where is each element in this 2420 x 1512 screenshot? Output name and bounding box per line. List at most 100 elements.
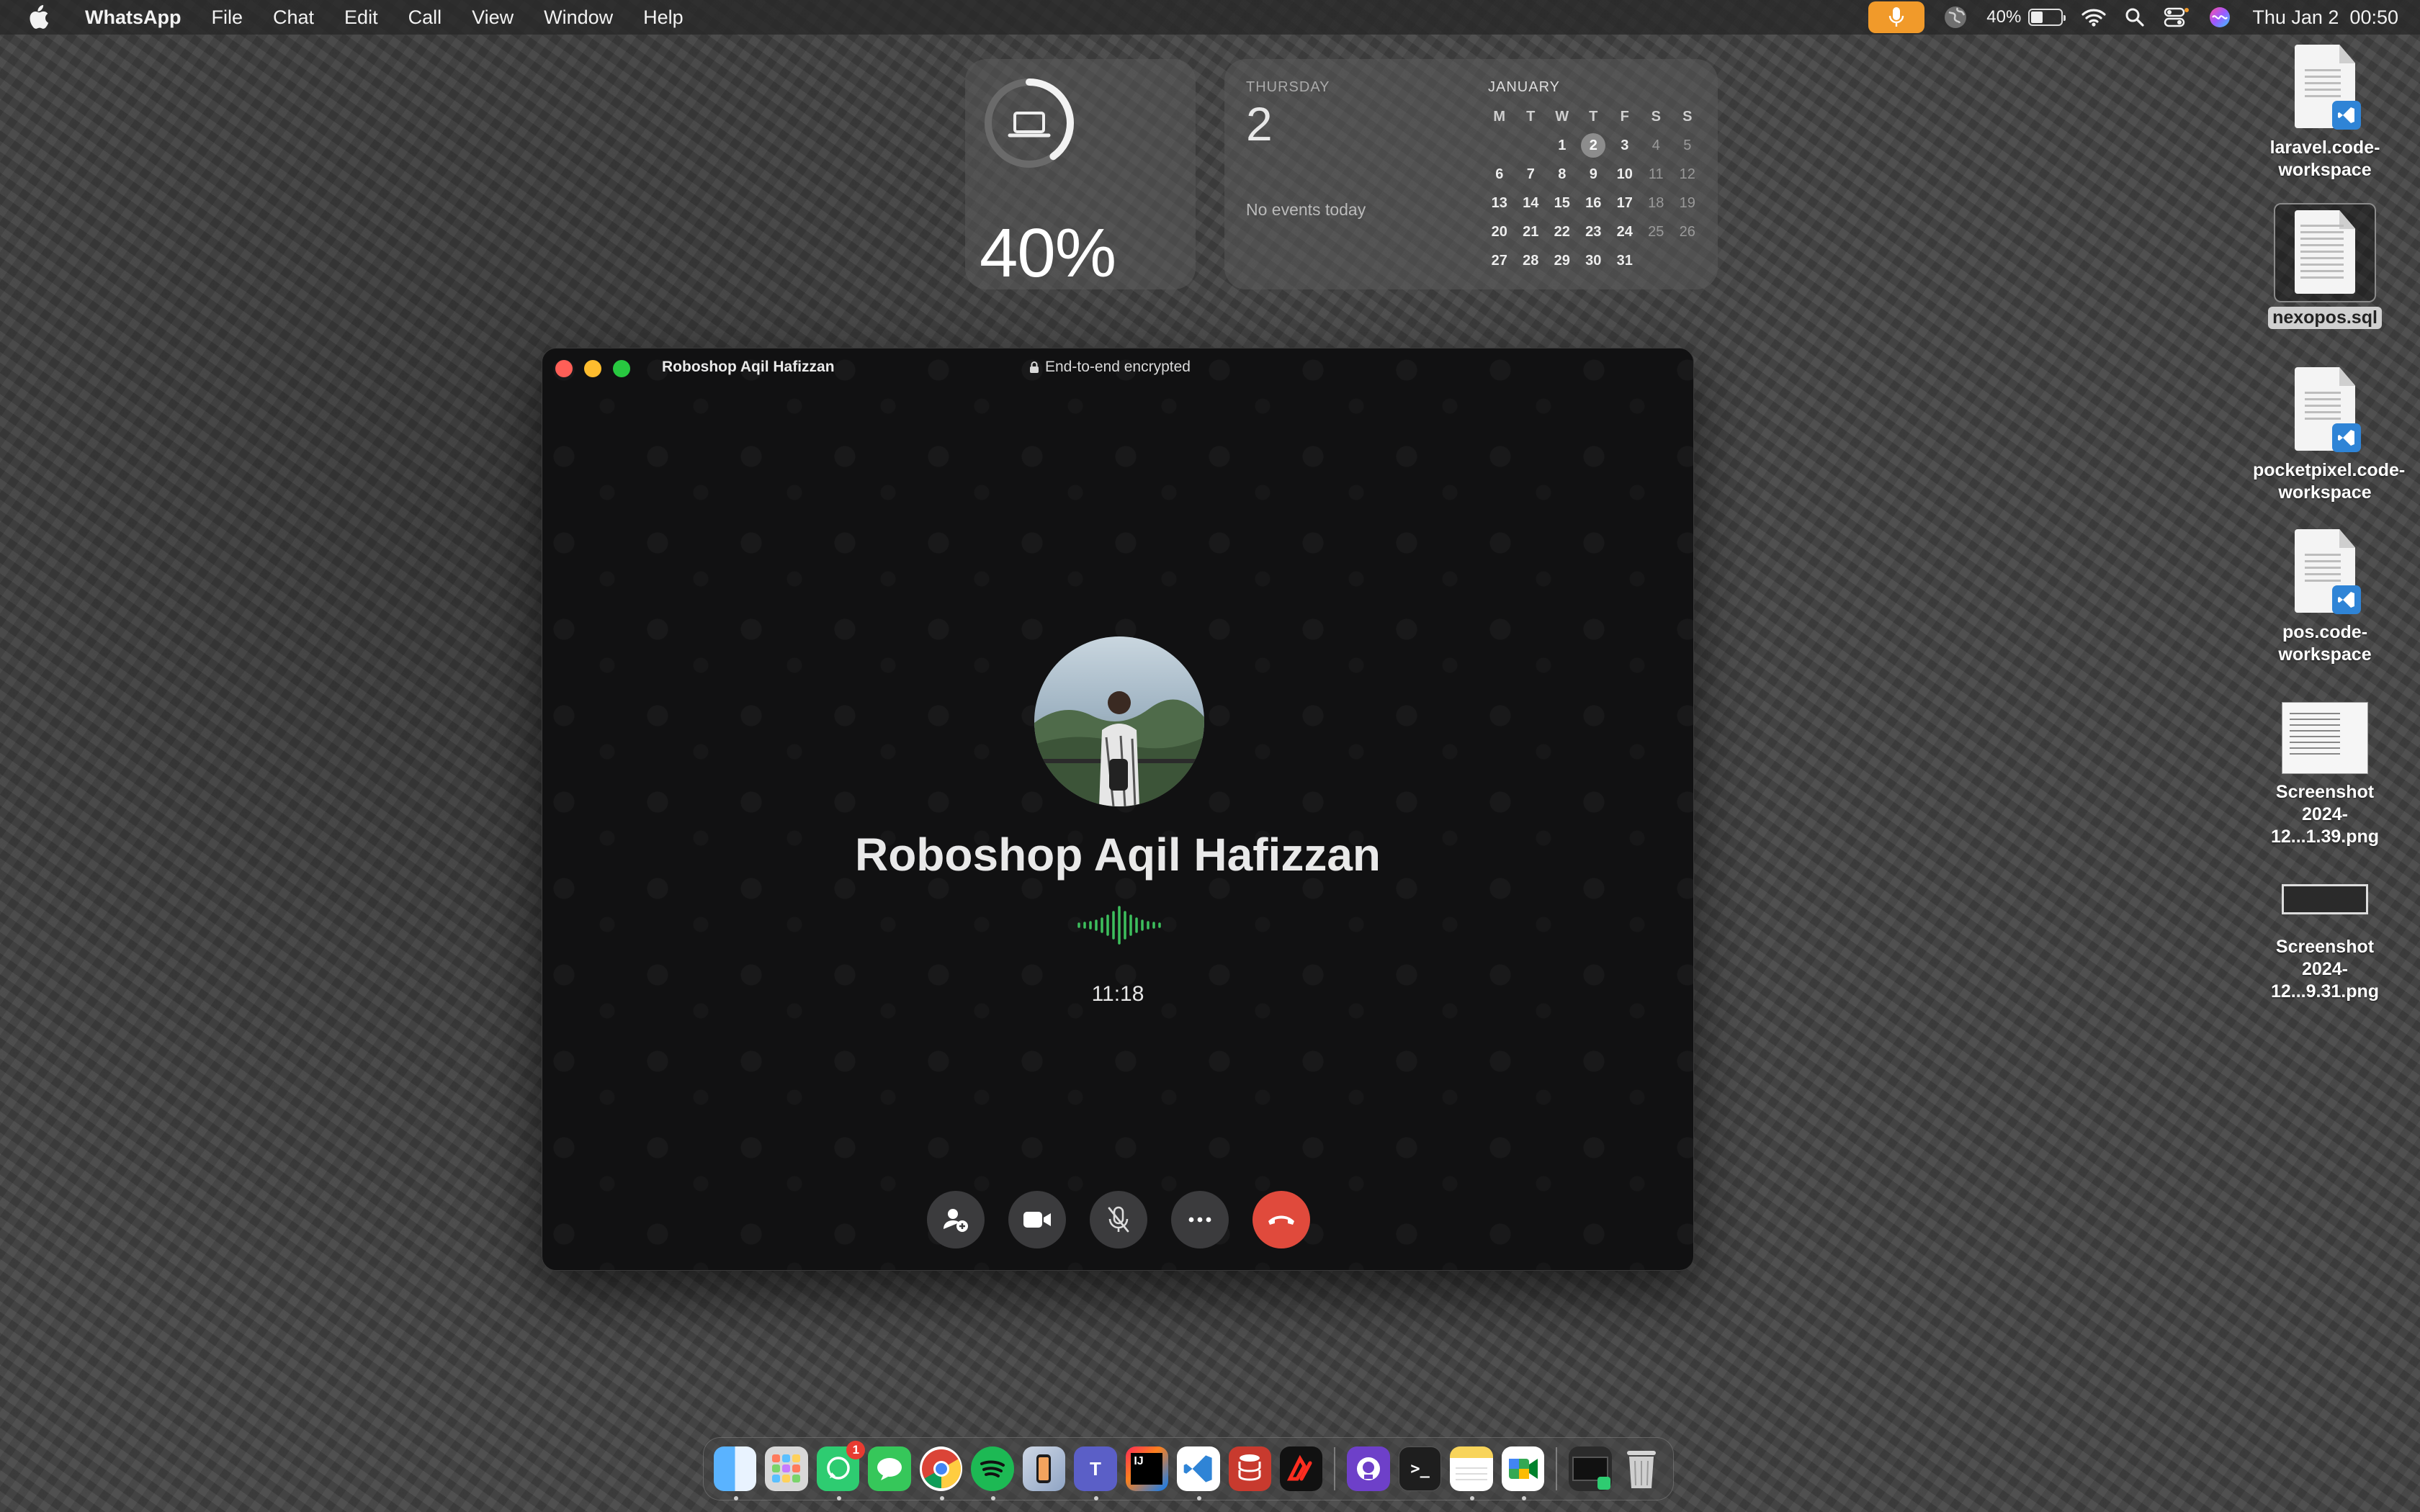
dock-github-desktop-icon[interactable] bbox=[1347, 1446, 1390, 1491]
calendar-day: 8 bbox=[1558, 166, 1567, 182]
battery-widget[interactable]: 40% bbox=[965, 59, 1196, 292]
dock-separator bbox=[1334, 1447, 1336, 1490]
calendar-day: 24 bbox=[1616, 223, 1633, 240]
battery-widget-percent: 40% bbox=[980, 215, 1116, 292]
dock-teams-icon[interactable]: T bbox=[1074, 1446, 1117, 1500]
calendar-day: 26 bbox=[1679, 223, 1695, 240]
file-label: 2024-12...1.39.png bbox=[2270, 804, 2380, 847]
desktop-file-nexopos-sql[interactable]: nexopos.sql bbox=[2253, 203, 2397, 329]
calendar-day: 9 bbox=[1589, 166, 1597, 182]
dock: 1 T IJ >_ bbox=[703, 1437, 1674, 1500]
calendar-day-number: 2 bbox=[1246, 97, 1273, 150]
calendar-day: 19 bbox=[1679, 194, 1695, 211]
dock-finder-icon[interactable] bbox=[714, 1446, 757, 1500]
dock-database-icon[interactable] bbox=[1228, 1446, 1271, 1491]
calendar-day: 17 bbox=[1616, 194, 1633, 211]
control-center-icon[interactable] bbox=[2164, 0, 2190, 35]
calendar-widget[interactable]: THURSDAY 2 No events today JANUARY M T W T F… bbox=[1224, 59, 1718, 289]
menu-window[interactable]: Window bbox=[529, 0, 628, 35]
file-label: Screenshot bbox=[2275, 782, 2375, 802]
file-label: laravel.code- bbox=[2269, 138, 2380, 158]
calendar-weekday-header: F bbox=[1620, 108, 1629, 125]
dock-chrome-icon[interactable] bbox=[919, 1446, 963, 1500]
end-call-icon bbox=[1268, 1215, 1294, 1225]
file-label: workspace bbox=[2278, 482, 2372, 503]
selection-highlight bbox=[2274, 203, 2376, 302]
dock-spotify-icon[interactable] bbox=[971, 1446, 1014, 1500]
desktop-file-laravel-workspace[interactable]: laravel.code- workspace bbox=[2253, 45, 2397, 181]
calendar-weekday-header: M bbox=[1493, 108, 1506, 125]
calendar-day: 29 bbox=[1554, 252, 1570, 269]
desktop-file-screenshot-1[interactable]: Screenshot 2024-12...1.39.png bbox=[2253, 702, 2397, 848]
video-toggle-button[interactable] bbox=[1008, 1191, 1066, 1248]
calendar-day: 11 bbox=[1648, 166, 1664, 182]
spotlight-search-icon[interactable] bbox=[2125, 0, 2145, 35]
mic-off-icon bbox=[1108, 1206, 1129, 1233]
end-call-button[interactable] bbox=[1252, 1191, 1310, 1248]
menu-file[interactable]: File bbox=[196, 0, 258, 35]
add-participant-button[interactable] bbox=[927, 1191, 985, 1248]
minimize-window-button[interactable] bbox=[584, 360, 601, 377]
window-titlebar[interactable]: Roboshop Aqil Hafizzan End-to-end encryp… bbox=[542, 348, 1693, 389]
dock-terminal-icon[interactable]: >_ bbox=[1398, 1446, 1442, 1491]
vscode-document-icon bbox=[2290, 45, 2361, 132]
dock-notes-icon[interactable] bbox=[1450, 1446, 1493, 1500]
siri-icon[interactable] bbox=[2208, 0, 2231, 35]
add-person-icon bbox=[944, 1209, 968, 1232]
vpn-globe-icon[interactable] bbox=[1943, 0, 1968, 35]
calendar-day: 10 bbox=[1616, 166, 1633, 182]
whatsapp-call-window[interactable]: Roboshop Aqil Hafizzan End-to-end encryp… bbox=[542, 348, 1694, 1271]
desktop-file-pos-workspace[interactable]: pos.code- workspace bbox=[2253, 529, 2397, 666]
menu-edit[interactable]: Edit bbox=[329, 0, 393, 35]
battery-icon[interactable] bbox=[2028, 9, 2066, 26]
dock-laravel-icon[interactable] bbox=[1279, 1446, 1323, 1491]
mute-button[interactable] bbox=[1090, 1191, 1147, 1248]
desktop-file-pocketpixel-workspace[interactable]: pocketpixel.code- workspace bbox=[2253, 367, 2405, 504]
calendar-weekday-header: T bbox=[1526, 108, 1536, 125]
calendar-day bbox=[1484, 132, 1515, 158]
vscode-document-icon bbox=[2290, 529, 2361, 617]
dock-screen-window-icon[interactable] bbox=[1569, 1446, 1612, 1491]
calendar-day: 31 bbox=[1616, 252, 1633, 269]
calendar-day: 18 bbox=[1648, 194, 1664, 211]
menu-chat[interactable]: Chat bbox=[258, 0, 329, 35]
calendar-day: 22 bbox=[1554, 223, 1570, 240]
mic-in-use-indicator[interactable] bbox=[1868, 1, 1925, 33]
more-options-button[interactable] bbox=[1171, 1191, 1229, 1248]
calendar-day: 3 bbox=[1621, 137, 1629, 153]
calendar-day bbox=[1672, 248, 1703, 274]
encryption-label: End-to-end encrypted bbox=[1029, 359, 1191, 376]
calendar-weekday-header: S bbox=[1682, 108, 1693, 125]
calendar-weekday-header: T bbox=[1589, 108, 1598, 125]
calendar-day: 27 bbox=[1491, 252, 1507, 269]
dock-whatsapp-icon[interactable]: 1 bbox=[816, 1441, 866, 1500]
file-label: Screenshot bbox=[2275, 937, 2375, 957]
calendar-day: 2 bbox=[1578, 132, 1610, 158]
menu-clock[interactable]: Thu Jan 2 00:50 bbox=[2252, 6, 2398, 29]
menu-app-name[interactable]: WhatsApp bbox=[76, 0, 196, 35]
dock-trash-icon[interactable] bbox=[1621, 1446, 1663, 1491]
calendar-day: 13 bbox=[1491, 194, 1507, 211]
dock-launchpad-icon[interactable] bbox=[765, 1446, 808, 1491]
menu-help[interactable]: Help bbox=[628, 0, 699, 35]
call-controls bbox=[927, 1191, 1310, 1248]
encryption-text: End-to-end encrypted bbox=[1045, 359, 1191, 375]
contact-name: Roboshop Aqil Hafizzan bbox=[854, 829, 1381, 881]
dock-google-meet-icon[interactable] bbox=[1501, 1446, 1545, 1500]
calendar-day: 1 bbox=[1558, 137, 1567, 153]
desktop-file-screenshot-2[interactable]: Screenshot 2024-12...9.31.png bbox=[2253, 864, 2397, 1003]
dock-intellij-icon[interactable]: IJ bbox=[1125, 1446, 1169, 1491]
file-label: workspace bbox=[2278, 644, 2372, 665]
menu-view[interactable]: View bbox=[457, 0, 529, 35]
dock-vscode-icon[interactable] bbox=[1177, 1446, 1220, 1500]
dock-iphone-mirroring-icon[interactable] bbox=[1022, 1446, 1066, 1491]
dock-messages-icon[interactable] bbox=[868, 1446, 911, 1491]
screenshot-thumbnail bbox=[2282, 702, 2368, 774]
apple-menu-icon[interactable] bbox=[27, 5, 49, 30]
calendar-month: JANUARY bbox=[1488, 79, 1560, 95]
chat-wallpaper-pattern bbox=[542, 348, 1693, 1270]
wifi-icon[interactable] bbox=[2081, 0, 2106, 35]
zoom-window-button[interactable] bbox=[613, 360, 630, 377]
close-window-button[interactable] bbox=[555, 360, 573, 377]
menu-call[interactable]: Call bbox=[393, 0, 457, 35]
